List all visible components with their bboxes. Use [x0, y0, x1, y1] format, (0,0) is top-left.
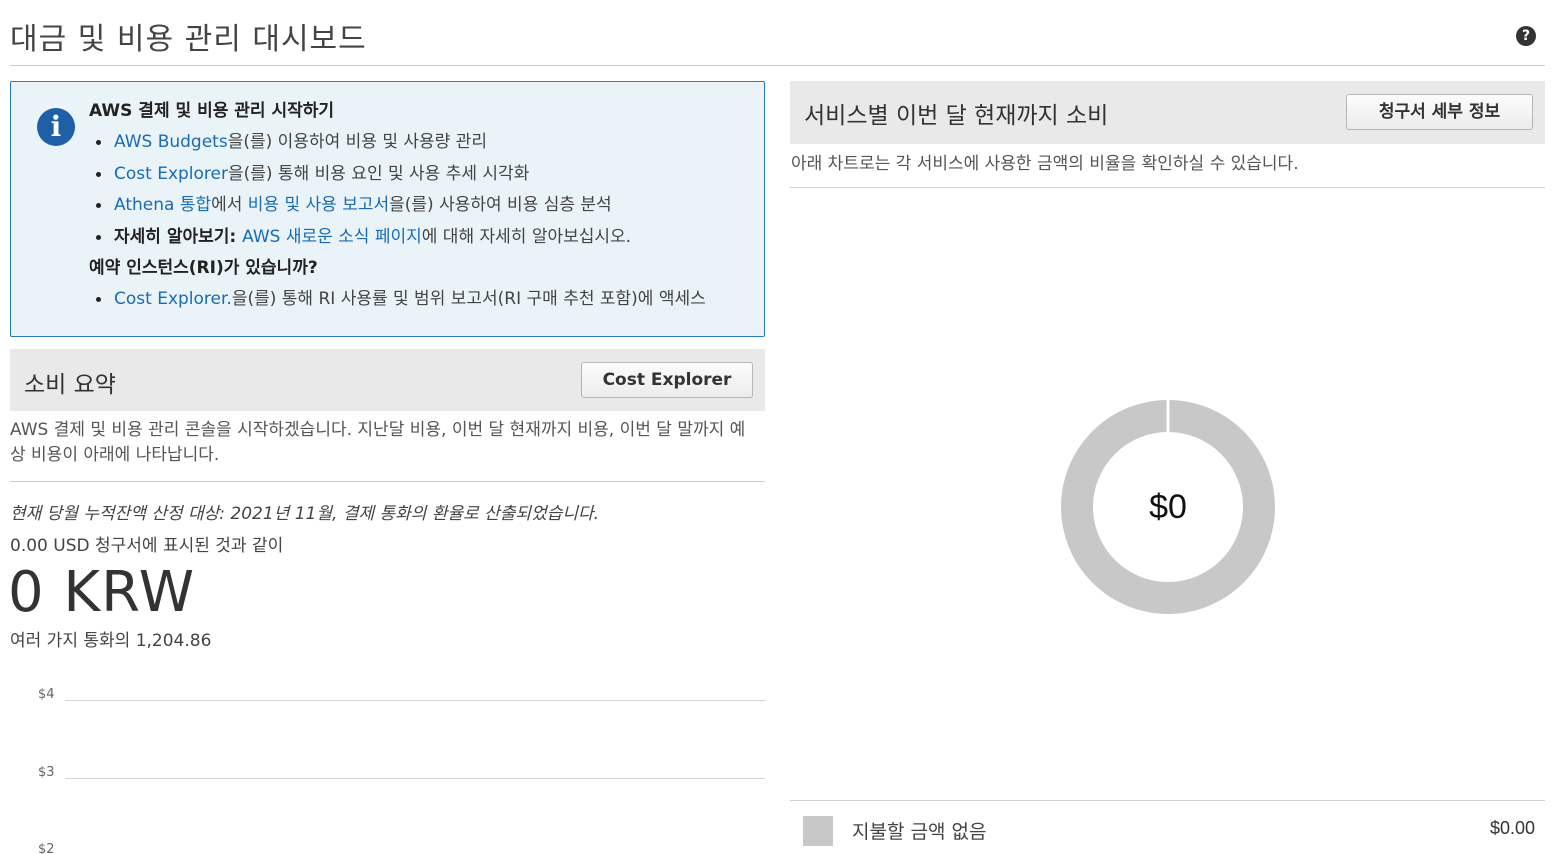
service-spend-description: 아래 차트로는 각 서비스에 사용한 금액의 비율을 확인하실 수 있습니다. [791, 154, 1299, 174]
spend-summary-header: 소비 요약 Cost Explorer [10, 349, 765, 411]
list-item: Cost Explorer을(를) 통해 비용 요인 및 사용 추세 시각화 [89, 163, 759, 195]
list-item-text: 을(를) 통해 비용 요인 및 사용 추세 시각화 [227, 163, 530, 184]
page-title: 대금 및 비용 관리 대시보드 [10, 22, 367, 57]
info-content: AWS 결제 및 비용 관리 시작하기 AWS Budgets을(를) 이용하여… [89, 100, 759, 320]
cost-usage-report-link[interactable]: 비용 및 사용 보고서 [248, 195, 389, 215]
list-item-text: 에 대해 자세히 알아보십시오. [421, 226, 632, 247]
list-item-text: 에서 [211, 195, 248, 215]
ri-list: Cost Explorer.을(를) 통해 RI 사용률 및 범위 보고서(RI… [89, 288, 759, 320]
current-month-amount: 0 KRW [8, 560, 196, 625]
list-item: 자세히 알아보기: AWS 새로운 소식 페이지에 대해 자세히 알아보십시오. [89, 226, 759, 258]
info-circle-icon: i [37, 108, 75, 146]
service-spend-header: 서비스별 이번 달 현재까지 소비 청구서 세부 정보 [790, 81, 1545, 144]
spend-divider [10, 481, 765, 482]
getting-started-list: AWS Budgets을(를) 이용하여 비용 및 사용량 관리 Cost Ex… [89, 131, 759, 257]
bill-details-button[interactable]: 청구서 세부 정보 [1346, 94, 1533, 130]
legend-value: $0.00 [1489, 818, 1535, 838]
ri-cost-explorer-link[interactable]: Cost Explorer. [114, 289, 232, 309]
grid-line [65, 700, 765, 701]
service-spend-title: 서비스별 이번 달 현재까지 소비 [804, 103, 1109, 129]
athena-integration-link[interactable]: Athena 통합 [114, 195, 211, 215]
list-item: Cost Explorer.을(를) 통해 RI 사용률 및 범위 보고서(RI… [89, 288, 759, 320]
y-tick-label: $4 [38, 687, 55, 702]
list-item: Athena 통합에서 비용 및 사용 보고서을(를) 사용하여 비용 심층 분… [89, 194, 759, 226]
info-heading: AWS 결제 및 비용 관리 시작하기 [89, 101, 335, 121]
spend-summary-description: AWS 결제 및 비용 관리 콘솔을 시작하겠습니다. 지난달 비용, 이번 달… [10, 420, 746, 465]
y-tick-label: $2 [38, 842, 55, 854]
list-item: AWS Budgets을(를) 이용하여 비용 및 사용량 관리 [89, 131, 759, 163]
accrued-note: 현재 당월 누적잔액 산정 대상: 2021년 11월, 결제 통화의 환율로 … [10, 504, 600, 524]
spend-summary-title: 소비 요약 [24, 372, 116, 398]
cost-explorer-button[interactable]: Cost Explorer [581, 362, 753, 398]
aws-budgets-link[interactable]: AWS Budgets [114, 132, 228, 152]
ri-heading: 예약 인스턴스(RI)가 있습니까? [89, 258, 318, 278]
list-item-text: 을(를) 사용하여 비용 심층 분석 [389, 195, 612, 215]
legend-row: 지불할 금액 없음 $0.00 [790, 801, 1545, 854]
list-item-text: 을(를) 통해 RI 사용률 및 범위 보고서(RI 구매 추천 포함)에 액세… [231, 289, 706, 309]
y-tick-label: $3 [38, 765, 55, 780]
title-divider [10, 65, 1545, 66]
grid-line [65, 778, 765, 779]
list-item-text: 을(를) 이용하여 비용 및 사용량 관리 [227, 132, 487, 152]
service-divider [790, 187, 1545, 188]
service-donut-chart: $0 [1060, 399, 1276, 615]
donut-center-label: $0 [1149, 488, 1187, 526]
legend-label: 지불할 금액 없음 [852, 821, 987, 843]
learn-more-label: 자세히 알아보기: [114, 226, 243, 247]
cost-explorer-link[interactable]: Cost Explorer [114, 164, 228, 184]
legend-swatch [803, 816, 833, 846]
whats-new-link[interactable]: AWS 새로운 소식 페이지 [242, 227, 422, 247]
exchange-rate-line: 여러 가지 통화의 1,204.86 [10, 631, 212, 651]
getting-started-info-box: i AWS 결제 및 비용 관리 시작하기 AWS Budgets을(를) 이용… [10, 81, 765, 337]
usd-amount-line: 0.00 USD 청구서에 표시된 것과 같이 [10, 536, 284, 556]
question-circle-icon[interactable]: ? [1516, 26, 1536, 46]
